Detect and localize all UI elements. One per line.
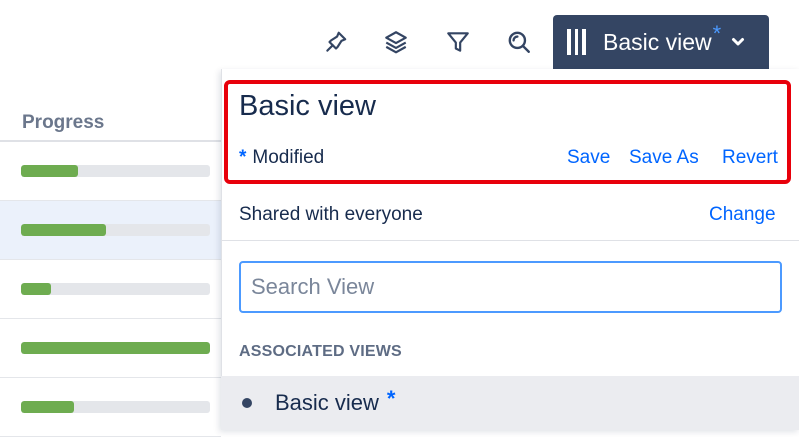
table-row[interactable]	[0, 378, 221, 437]
progress-bar-fill	[21, 283, 52, 295]
search-view-input[interactable]	[239, 261, 782, 313]
columns-icon	[567, 29, 589, 55]
view-button-modified-marker: *	[712, 21, 722, 46]
progress-bar-fill	[21, 224, 107, 236]
sharing-status: Shared with everyone	[239, 204, 423, 225]
progress-bar-fill	[21, 165, 78, 177]
highlight-annotation	[224, 80, 791, 184]
view-button-label: Basic view	[603, 28, 712, 55]
layers-icon[interactable]	[378, 24, 414, 60]
associated-view-modified-marker: *	[386, 386, 396, 411]
associated-views-header: ASSOCIATED VIEWS	[239, 343, 402, 360]
progress-bar-fill	[21, 401, 74, 413]
progress-bar	[21, 165, 210, 177]
associated-view-item[interactable]: Basic view *	[221, 376, 799, 430]
progress-bar-fill	[21, 342, 210, 354]
bullet-icon	[242, 398, 252, 408]
pin-icon[interactable]	[318, 24, 354, 60]
chevron-down-icon	[732, 38, 745, 46]
progress-bar	[21, 342, 210, 354]
progress-bar	[21, 401, 210, 413]
view-selector-button[interactable]: Basic view *	[553, 15, 769, 69]
change-sharing-link[interactable]: Change	[709, 204, 776, 226]
search-icon[interactable]	[501, 24, 537, 60]
progress-column-header: Progress	[22, 112, 105, 133]
progress-bar	[21, 224, 210, 236]
associated-view-name: Basic view *	[275, 386, 396, 415]
filter-icon[interactable]	[440, 24, 476, 60]
progress-bar	[21, 283, 210, 295]
table-row[interactable]	[0, 142, 221, 201]
table-row[interactable]	[0, 319, 221, 378]
table-row[interactable]	[0, 201, 221, 260]
table-row[interactable]	[0, 260, 221, 319]
